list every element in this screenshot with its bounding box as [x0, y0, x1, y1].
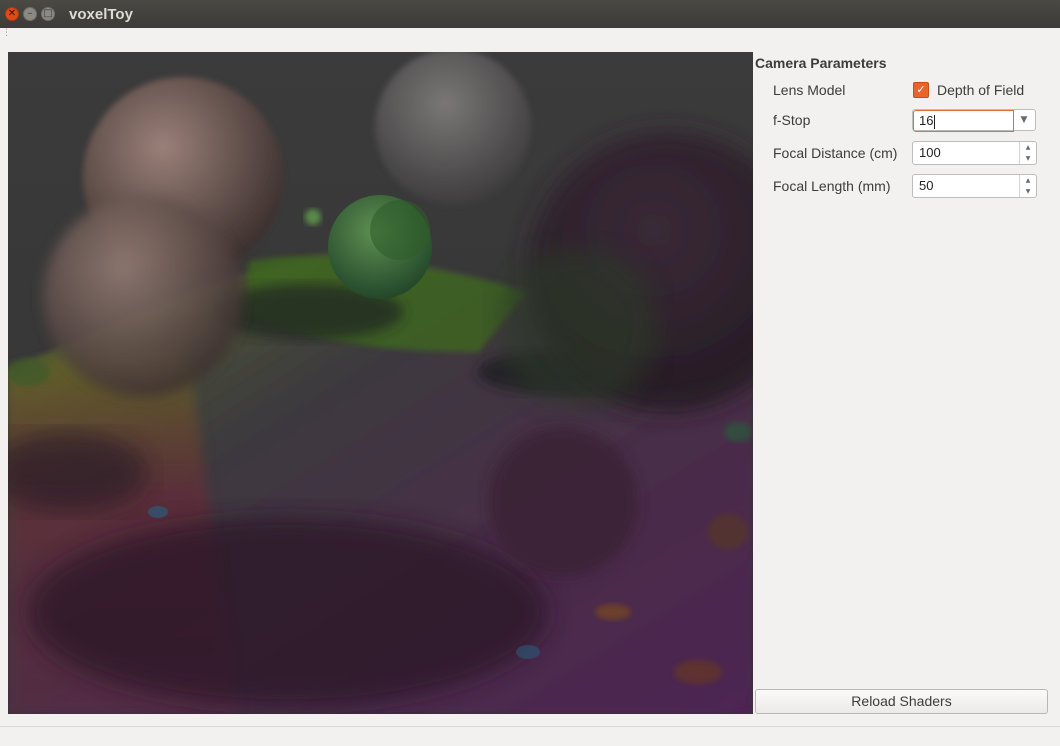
app-window: ✕ – □ voxelToy ⋮ Camera Parameters Lens … [0, 0, 1060, 746]
spin-up-icon[interactable]: ▲ [1020, 175, 1036, 186]
window-title: voxelToy [69, 5, 133, 23]
reload-shaders-button[interactable]: Reload Shaders [755, 689, 1048, 714]
spin-buttons: ▲ ▼ [1019, 142, 1036, 164]
minimize-icon[interactable]: – [23, 7, 37, 21]
spin-up-icon[interactable]: ▲ [1020, 142, 1036, 153]
f-stop-label: f-Stop [773, 112, 811, 128]
close-icon[interactable]: ✕ [5, 7, 19, 21]
focal-length-spinbox[interactable]: 50 ▲ ▼ [912, 174, 1037, 198]
focal-length-value[interactable]: 50 [919, 178, 933, 193]
focal-distance-label: Focal Distance (cm) [773, 145, 898, 161]
focal-distance-value[interactable]: 100 [919, 145, 941, 160]
status-bar [0, 726, 1060, 746]
lens-model-label: Lens Model [773, 82, 846, 98]
render-viewport[interactable] [8, 52, 753, 714]
focal-length-label: Focal Length (mm) [773, 178, 891, 194]
toolbar-grip-icon[interactable]: ⋮ [2, 28, 11, 37]
camera-parameters-panel: Camera Parameters Lens Model ✓ Depth of … [754, 52, 1060, 714]
group-title: Camera Parameters [755, 55, 887, 71]
spin-down-icon[interactable]: ▼ [1020, 153, 1036, 164]
f-stop-combobox[interactable]: 16 ▼ [912, 109, 1036, 132]
focal-distance-spinbox[interactable]: 100 ▲ ▼ [912, 141, 1037, 165]
maximize-icon[interactable]: □ [41, 7, 55, 21]
spin-buttons: ▲ ▼ [1019, 175, 1036, 197]
f-stop-input[interactable]: 16 [913, 110, 1014, 132]
chevron-down-icon[interactable]: ▼ [1013, 110, 1035, 130]
spin-down-icon[interactable]: ▼ [1020, 186, 1036, 197]
f-stop-value: 16 [919, 113, 934, 128]
depth-of-field-label[interactable]: Depth of Field [937, 82, 1024, 98]
checkmark-icon[interactable]: ✓ [913, 82, 929, 98]
render-image [8, 52, 753, 714]
text-cursor [934, 114, 936, 129]
title-bar: ✕ – □ voxelToy [0, 0, 1060, 28]
depth-of-field-checkbox[interactable]: ✓ Depth of Field [913, 82, 1024, 98]
